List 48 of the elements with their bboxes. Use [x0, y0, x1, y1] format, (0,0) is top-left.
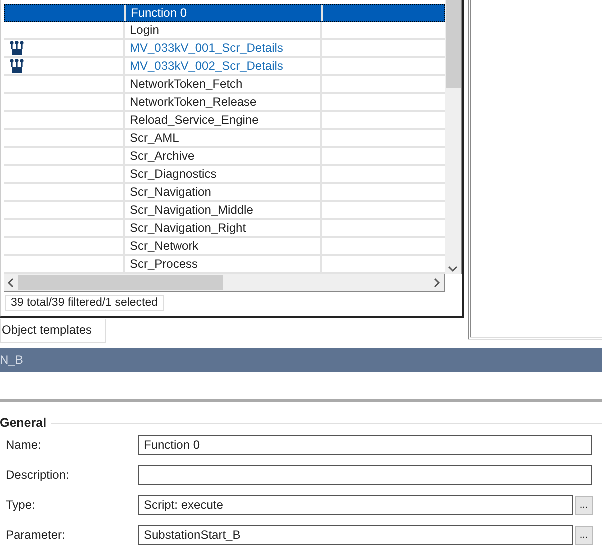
- name-cell: Scr_Navigation: [125, 184, 322, 200]
- input-field[interactable]: [138, 465, 592, 485]
- field-label: Parameter:: [6, 528, 66, 542]
- field-label: Type:: [6, 498, 36, 512]
- input-field[interactable]: Function 0: [138, 435, 592, 455]
- table-row[interactable]: MV_033kV_002_Scr_Details: [4, 58, 445, 76]
- table-row[interactable]: Scr_Navigation_Right: [4, 220, 445, 238]
- name-cell: Reload_Service_Engine: [125, 112, 322, 128]
- name-cell: NetworkToken_Release: [125, 94, 322, 110]
- input-field[interactable]: Script: execute: [138, 495, 573, 515]
- name-cell: Scr_Diagnostics: [125, 166, 322, 182]
- input-field[interactable]: SubstationStart_B: [138, 525, 573, 545]
- table-row[interactable]: NetworkToken_Release: [4, 94, 445, 112]
- tab[interactable]: Object templates: [0, 319, 106, 343]
- scroll-down-icon[interactable]: [446, 264, 460, 274]
- table-row[interactable]: MV_033kV_001_Scr_Details: [4, 40, 445, 58]
- table-row[interactable]: NetworkToken_Fetch: [4, 76, 445, 94]
- table-row[interactable]: Scr_Navigation: [4, 184, 445, 202]
- name-cell: Login: [125, 22, 322, 38]
- name-cell: NetworkToken_Fetch: [125, 76, 322, 92]
- browse-button[interactable]: ...: [575, 526, 593, 544]
- name-cell: Scr_Archive: [125, 148, 322, 164]
- table-row[interactable]: Scr_Network: [4, 238, 445, 256]
- table-row[interactable]: Reload_Service_Engine: [4, 112, 445, 130]
- name-cell: Scr_Navigation_Middle: [125, 202, 322, 218]
- header-title: N_B: [0, 353, 24, 367]
- field-label: Name:: [6, 438, 42, 452]
- status-text: 39 total/39 filtered/1 selected: [5, 295, 164, 311]
- table-row[interactable]: Function 0: [4, 4, 445, 22]
- table-row[interactable]: Login: [4, 22, 445, 40]
- browse-button[interactable]: ...: [575, 496, 593, 514]
- function-icon: [10, 58, 24, 74]
- name-cell: MV_033kV_001_Scr_Details: [125, 40, 322, 56]
- table-row[interactable]: Scr_Archive: [4, 148, 445, 166]
- table-row[interactable]: Scr_AML: [4, 130, 445, 148]
- name-cell: Scr_Navigation_Right: [125, 220, 322, 236]
- function-icon: [10, 40, 24, 56]
- horizontal-scrollbar[interactable]: [4, 274, 445, 292]
- section-title: General: [0, 416, 47, 430]
- name-cell: Scr_Process: [125, 256, 322, 272]
- name-cell: Function 0: [126, 5, 323, 21]
- vertical-scrollbar[interactable]: [445, 0, 461, 274]
- name-cell: Scr_AML: [125, 130, 322, 146]
- field-label: Description:: [6, 468, 70, 482]
- name-cell: Scr_Network: [125, 238, 322, 254]
- table-row[interactable]: Scr_Diagnostics: [4, 166, 445, 184]
- name-cell: MV_033kV_002_Scr_Details: [125, 58, 322, 74]
- table-row[interactable]: Scr_Navigation_Middle: [4, 202, 445, 220]
